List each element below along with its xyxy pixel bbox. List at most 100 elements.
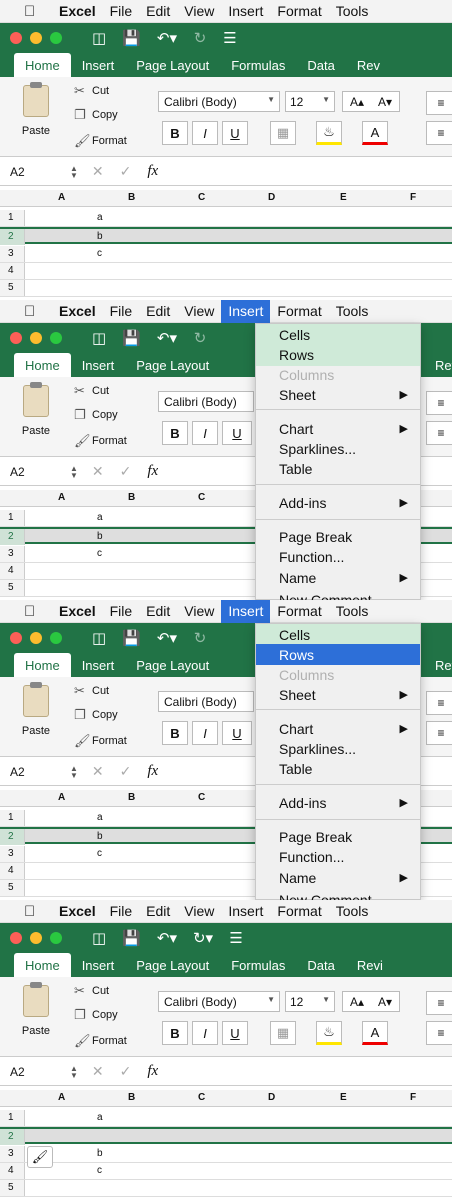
tab-data[interactable]: Data: [296, 53, 345, 77]
menu-tools[interactable]: Tools: [329, 0, 376, 23]
menu-format[interactable]: Format: [270, 0, 328, 23]
apple-icon[interactable]: : [24, 303, 46, 320]
minimize-window-icon[interactable]: [30, 632, 42, 644]
tab-page-layout[interactable]: Page Layout: [125, 953, 220, 977]
column-header-a[interactable]: A: [58, 1092, 65, 1103]
paste-button[interactable]: Paste: [14, 982, 58, 1037]
zoom-window-icon[interactable]: [50, 332, 62, 344]
borders-button[interactable]: ▦: [270, 121, 296, 145]
tab-insert[interactable]: Insert: [71, 353, 126, 377]
tab-home[interactable]: Home: [14, 353, 71, 377]
apple-icon[interactable]: : [24, 603, 46, 620]
cell-a[interactable]: c: [97, 548, 102, 559]
menu-edit[interactable]: Edit: [139, 300, 177, 323]
apple-icon[interactable]: : [24, 903, 46, 920]
menu-file[interactable]: File: [103, 600, 140, 623]
cell-a[interactable]: b: [97, 231, 103, 242]
menu-view[interactable]: View: [177, 600, 221, 623]
undo-icon[interactable]: ↶▾: [157, 29, 177, 47]
close-window-icon[interactable]: [10, 32, 22, 44]
borders-button[interactable]: ▦: [270, 1021, 296, 1045]
menu-item-function[interactable]: Function...: [256, 846, 420, 867]
insert-function-icon[interactable]: fx: [147, 1063, 158, 1080]
menu-format[interactable]: Format: [270, 300, 328, 323]
sidebar-toggle-icon[interactable]: ◫: [92, 629, 106, 647]
tab-page-layout[interactable]: Page Layout: [125, 353, 220, 377]
font-size-select[interactable]: 12 ▼: [285, 991, 335, 1012]
cancel-icon[interactable]: ✕: [92, 463, 104, 480]
menu-item-addins[interactable]: Add-ins ▶: [256, 792, 420, 813]
column-header-d[interactable]: D: [268, 1092, 275, 1103]
row-number[interactable]: 4: [0, 1163, 25, 1179]
row-number[interactable]: 2: [0, 1129, 25, 1145]
align-top-button[interactable]: ≡: [426, 691, 452, 715]
menu-item-page-break[interactable]: Page Break: [256, 826, 420, 847]
row-number[interactable]: 1: [0, 510, 25, 526]
underline-button[interactable]: U: [222, 721, 252, 745]
shrink-font-button[interactable]: A▾: [378, 95, 392, 109]
font-color-button[interactable]: A: [362, 121, 388, 145]
menu-tools[interactable]: Tools: [329, 900, 376, 923]
paste-button[interactable]: Paste: [14, 82, 58, 137]
column-header-a[interactable]: A: [58, 492, 65, 503]
copy-button[interactable]: ❐ Copy: [74, 407, 118, 423]
menu-item-sparklines[interactable]: Sparklines...: [256, 738, 420, 759]
table-row[interactable]: 3c: [0, 246, 452, 263]
menu-item-new-comment[interactable]: New Comment: [256, 589, 420, 601]
font-name-select[interactable]: Calibri (Body): [158, 691, 254, 712]
tab-formulas[interactable]: Formulas: [220, 953, 296, 977]
italic-button[interactable]: I: [192, 421, 218, 445]
column-header-c[interactable]: C: [198, 492, 205, 503]
grow-font-button[interactable]: A▴: [350, 995, 364, 1009]
table-row[interactable]: 2: [0, 1127, 452, 1145]
name-box[interactable]: A2: [0, 465, 70, 479]
zoom-window-icon[interactable]: [50, 932, 62, 944]
font-name-select[interactable]: Calibri (Body) ▼: [158, 91, 280, 112]
insert-options-button[interactable]: 🖌: [27, 1146, 53, 1168]
worksheet-grid[interactable]: A B C D E F 1a 2b 3c 4 5: [0, 190, 452, 300]
enter-icon[interactable]: ✓: [120, 463, 132, 480]
column-header-b[interactable]: B: [128, 1092, 135, 1103]
cancel-icon[interactable]: ✕: [92, 1063, 104, 1080]
close-window-icon[interactable]: [10, 632, 22, 644]
cell-a[interactable]: a: [97, 512, 103, 523]
sidebar-toggle-icon[interactable]: ◫: [92, 329, 106, 347]
column-header-b[interactable]: B: [128, 192, 135, 203]
menu-insert[interactable]: Insert: [221, 0, 270, 23]
insert-function-icon[interactable]: fx: [147, 763, 158, 780]
grow-font-button[interactable]: A▴: [350, 95, 364, 109]
undo-icon[interactable]: ↶▾: [157, 329, 177, 347]
customize-toolbar-icon[interactable]: ☰: [229, 929, 243, 947]
font-name-select[interactable]: Calibri (Body): [158, 391, 254, 412]
undo-icon[interactable]: ↶▾: [157, 629, 177, 647]
name-box[interactable]: A2: [0, 765, 70, 779]
menu-item-new-comment[interactable]: New Comment: [256, 889, 420, 901]
name-box-stepper-icon[interactable]: ▲ ▼: [70, 1064, 78, 1079]
cell-a[interactable]: a: [97, 212, 103, 223]
table-row[interactable]: 4c: [0, 1163, 452, 1180]
insert-function-icon[interactable]: fx: [147, 463, 158, 480]
row-number[interactable]: 4: [0, 863, 25, 879]
bold-button[interactable]: B: [162, 1021, 188, 1045]
column-header-d[interactable]: D: [268, 192, 275, 203]
paste-button[interactable]: Paste: [14, 682, 58, 737]
sidebar-toggle-icon[interactable]: ◫: [92, 29, 106, 47]
save-icon[interactable]: 💾: [122, 29, 141, 47]
menu-excel[interactable]: Excel: [52, 300, 103, 323]
menu-format[interactable]: Format: [270, 600, 328, 623]
copy-button[interactable]: ❐ Copy: [74, 107, 118, 123]
cut-button[interactable]: ✂ Cut: [74, 683, 109, 699]
column-header-a[interactable]: A: [58, 192, 65, 203]
underline-button[interactable]: U: [222, 421, 252, 445]
redo-icon[interactable]: ↻: [193, 629, 207, 647]
cell-a[interactable]: a: [97, 812, 103, 823]
underline-button[interactable]: U: [222, 121, 248, 145]
menu-item-table[interactable]: Table: [256, 758, 420, 779]
save-icon[interactable]: 💾: [122, 929, 141, 947]
enter-icon[interactable]: ✓: [120, 163, 132, 180]
redo-icon[interactable]: ↻▾: [193, 929, 213, 947]
column-header-b[interactable]: B: [128, 492, 135, 503]
bold-button[interactable]: B: [162, 421, 188, 445]
tab-insert[interactable]: Insert: [71, 53, 126, 77]
paste-button[interactable]: Paste: [14, 382, 58, 437]
